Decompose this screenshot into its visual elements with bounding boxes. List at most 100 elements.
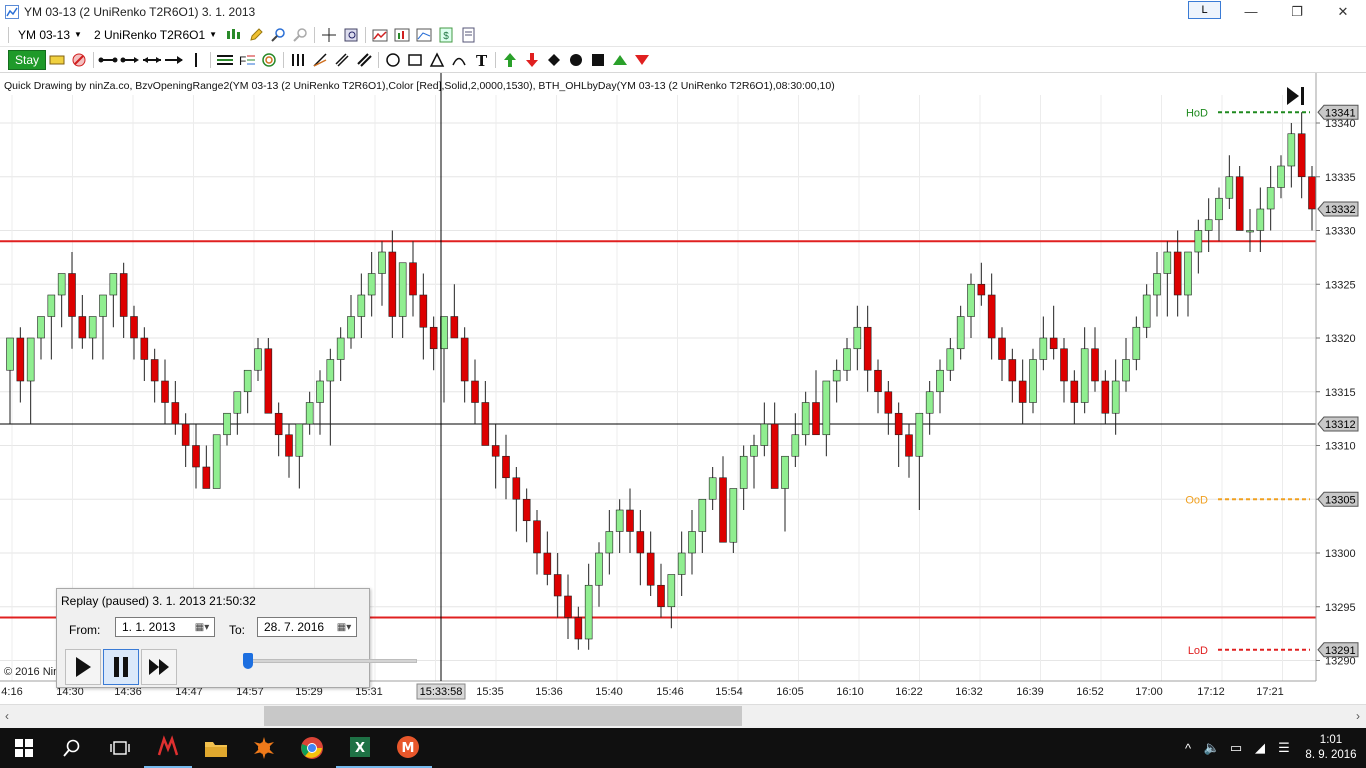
calendar-icon[interactable]: ▦▾ — [334, 620, 354, 634]
battery-icon[interactable]: ▭ — [1224, 740, 1248, 756]
down-candle — [646, 552, 655, 586]
square-icon[interactable] — [587, 50, 609, 70]
gann-fan-icon[interactable] — [309, 50, 331, 70]
avast-taskbar-app[interactable] — [240, 728, 288, 768]
speaker-icon[interactable]: 🔈 — [1200, 740, 1224, 756]
excel-taskbar-app[interactable]: X — [336, 728, 384, 768]
pause-button[interactable] — [103, 649, 139, 685]
up-candle — [99, 294, 107, 317]
pencil-icon[interactable] — [245, 25, 267, 45]
crosshair-icon[interactable] — [318, 25, 340, 45]
scrollbar-thumb[interactable] — [264, 706, 742, 726]
arrow-line-icon[interactable] — [163, 50, 185, 70]
ninjatrader-taskbar-app[interactable] — [144, 728, 192, 768]
line-tool-icon[interactable] — [97, 50, 119, 70]
indicators-icon[interactable] — [369, 25, 391, 45]
play-button[interactable] — [65, 649, 101, 685]
fib-circle-icon[interactable] — [258, 50, 280, 70]
toolbar-separator — [495, 52, 497, 68]
from-date-field[interactable]: 1. 1. 2013 ▦▾ — [115, 617, 215, 637]
fibonacci-icon[interactable]: F — [236, 50, 258, 70]
down-candle — [130, 316, 138, 339]
minimize-button[interactable]: — — [1228, 0, 1274, 23]
task-view-button[interactable] — [96, 728, 144, 768]
chevron-up-icon[interactable]: ^ — [1176, 741, 1200, 756]
triangle-tool-icon[interactable] — [426, 50, 448, 70]
fast-forward-button[interactable] — [141, 649, 177, 685]
replay-speed-track[interactable] — [247, 659, 417, 663]
down-candle — [543, 552, 552, 575]
down-candle — [1049, 337, 1058, 350]
scroll-left-icon[interactable]: ‹ — [5, 709, 9, 723]
chrome-icon — [301, 737, 323, 759]
arc-tool-icon[interactable] — [448, 50, 470, 70]
restore-button[interactable]: ❐ — [1274, 0, 1320, 23]
bar-type-dropdown[interactable]: 2 UniRenko T2R6O1 ▼ — [88, 28, 223, 42]
diamond-icon[interactable] — [543, 50, 565, 70]
down-candle — [1060, 348, 1068, 382]
vertical-line-icon[interactable] — [185, 50, 207, 70]
scroll-right-icon[interactable]: › — [1356, 709, 1360, 723]
replay-speed-slider[interactable] — [243, 653, 253, 669]
regression-channel-icon[interactable] — [331, 50, 353, 70]
svg-text:M: M — [402, 741, 415, 756]
strategies-icon[interactable] — [391, 25, 413, 45]
dollar-icon[interactable]: $ — [435, 25, 457, 45]
drawing-toolbar: Stay F T — [0, 48, 1366, 72]
replay-status-prefix: Replay (paused) 3. 1. 2013 21:50:32 — [61, 594, 256, 608]
up-candle — [1277, 165, 1285, 188]
file-explorer-taskbar-app[interactable] — [192, 728, 240, 768]
arrow-down-icon[interactable] — [521, 50, 543, 70]
pause-icon — [114, 657, 128, 677]
price-tick-label: 13320 — [1325, 333, 1356, 345]
taskbar-clock[interactable]: 1:01 8. 9. 2016 — [1296, 733, 1366, 763]
triangle-down-icon[interactable] — [631, 50, 653, 70]
dot-icon[interactable] — [565, 50, 587, 70]
horizontal-lines-icon[interactable] — [214, 50, 236, 70]
chart-style-icon[interactable] — [223, 25, 245, 45]
calendar-icon[interactable]: ▦▾ — [192, 620, 212, 634]
instrument-dropdown[interactable]: YM 03-13 ▼ — [12, 28, 88, 42]
ellipse-tool-icon[interactable] — [382, 50, 404, 70]
down-candle — [574, 617, 583, 640]
chart-properties-icon[interactable] — [413, 25, 435, 45]
zoom-in-icon[interactable] — [267, 25, 289, 45]
chrome-taskbar-app[interactable] — [288, 728, 336, 768]
remove-drawings-icon[interactable] — [68, 50, 90, 70]
ray-tool-icon[interactable] — [119, 50, 141, 70]
up-candle — [791, 434, 800, 457]
stay-button[interactable]: Stay — [8, 50, 47, 70]
orange-app-icon: M — [397, 736, 419, 758]
template-icon[interactable] — [457, 25, 479, 45]
ood-label: OoD — [1185, 494, 1208, 506]
network-icon[interactable]: ◢ — [1248, 740, 1272, 756]
app-icon — [5, 4, 19, 19]
search-button[interactable] — [48, 728, 96, 768]
extended-line-icon[interactable] — [141, 50, 163, 70]
rectangle-tool-icon[interactable] — [404, 50, 426, 70]
ruler-icon[interactable] — [46, 50, 68, 70]
up-candle — [1215, 197, 1223, 221]
from-label: From: — [69, 623, 101, 637]
toolbar-separator — [365, 26, 367, 43]
close-button[interactable]: ✕ — [1320, 0, 1366, 23]
data-box-icon[interactable] — [340, 25, 362, 45]
up-candle — [667, 574, 676, 608]
l-button[interactable]: L — [1188, 1, 1221, 19]
up-candle — [595, 552, 603, 586]
zoom-out-icon[interactable] — [289, 25, 311, 45]
orange-taskbar-app[interactable]: M — [384, 728, 432, 768]
trend-channel-icon[interactable] — [353, 50, 375, 70]
pitchfork-icon[interactable] — [287, 50, 309, 70]
text-tool-icon[interactable]: T — [470, 50, 492, 70]
arrow-up-icon[interactable] — [499, 50, 521, 70]
action-center-icon[interactable]: ☰ — [1272, 740, 1296, 756]
time-tick-label: 4:16 — [1, 686, 22, 698]
start-button[interactable] — [0, 728, 48, 768]
horizontal-scrollbar[interactable]: ‹ › — [0, 704, 1366, 728]
up-candle — [357, 294, 366, 317]
down-candle — [471, 380, 479, 403]
triangle-up-icon[interactable] — [609, 50, 631, 70]
to-date-field[interactable]: 28. 7. 2016 ▦▾ — [257, 617, 357, 637]
down-candle — [998, 337, 1006, 360]
